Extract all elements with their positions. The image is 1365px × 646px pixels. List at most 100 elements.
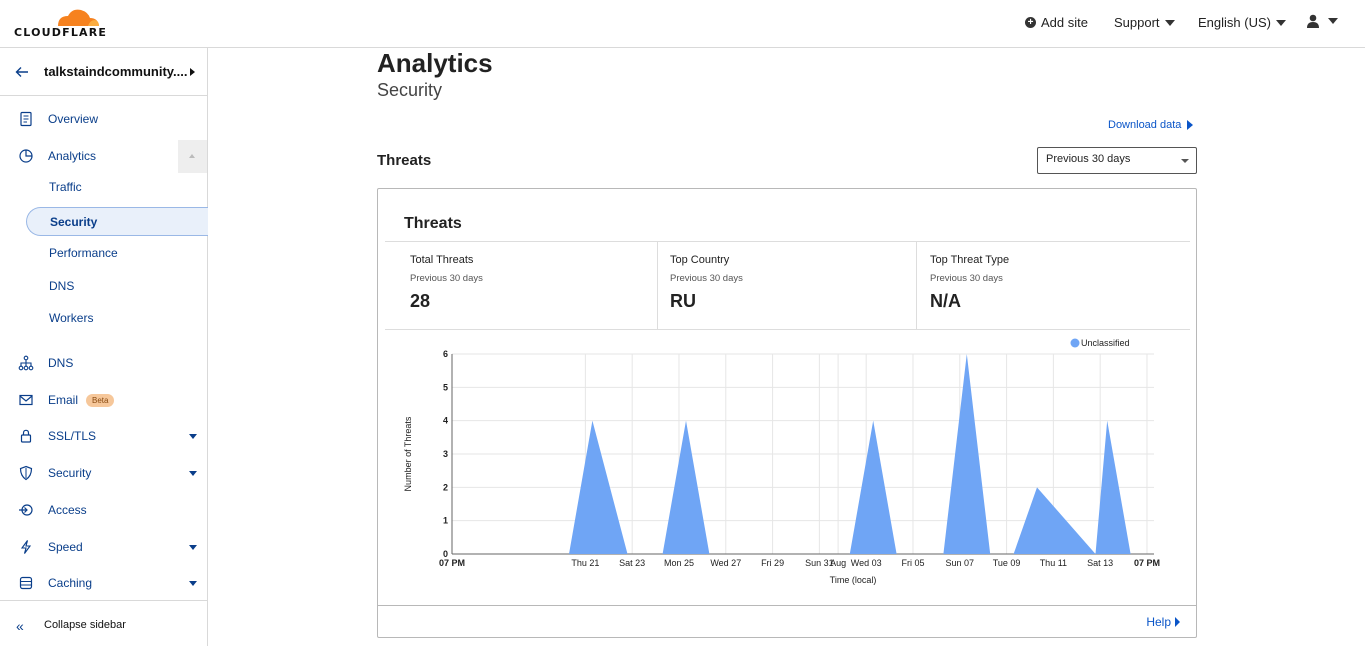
x-tick-label: Mon 25 [664, 558, 694, 568]
collapse-sidebar-label: Collapse sidebar [44, 619, 126, 631]
y-tick-label: 4 [443, 416, 448, 426]
sidebar-item-dns[interactable]: DNS [0, 348, 207, 378]
chevron-right-icon [1175, 617, 1180, 627]
x-tick-label: 07 PM [439, 558, 465, 568]
stat-value: RU [670, 291, 696, 311]
card-footer: Help [378, 605, 1196, 638]
sidebar-item-analytics[interactable]: Analytics [0, 141, 207, 171]
user-menu[interactable] [1306, 14, 1338, 28]
y-axis-label: Number of Threats [403, 416, 413, 491]
sidebar-item-overview[interactable]: Overview [0, 104, 207, 134]
chevron-down-icon [189, 580, 197, 586]
stat-label: Top Threat Type [930, 254, 1010, 266]
help-link[interactable]: Help [1146, 615, 1180, 629]
chevron-down-icon [189, 544, 197, 550]
sidebar-item-email-label: Email Beta [48, 393, 115, 407]
stat-total-threats: Total Threats Previous 30 days 28 [385, 242, 657, 330]
x-axis-label: Time (local) [830, 575, 877, 585]
sidebar-item-ssl-tls[interactable]: SSL/TLS [0, 421, 207, 451]
sidebar-item-label: Analytics [48, 149, 97, 163]
beta-badge: Beta [86, 393, 115, 407]
cloud-logo-icon [58, 9, 99, 26]
logo-text: CLOUDFLARE [14, 26, 108, 39]
sidebar-subitem-label: Workers [49, 310, 94, 325]
pie-chart-icon [19, 149, 33, 163]
envelope-icon [19, 394, 33, 406]
sidebar-subitem-label: Performance [49, 245, 118, 260]
cache-icon [19, 576, 33, 590]
access-icon [19, 504, 33, 516]
chevron-right-icon[interactable] [190, 68, 195, 76]
sidebar-item-security[interactable]: Security [0, 458, 207, 488]
document-icon [20, 111, 32, 127]
stat-period: Previous 30 days [930, 273, 1003, 284]
x-tick-label: Tue 09 [993, 558, 1021, 568]
lightning-icon [20, 540, 32, 554]
y-tick-label: 1 [443, 516, 448, 526]
sidebar-item-speed[interactable]: Speed [0, 532, 207, 562]
threats-card: Threats Total Threats Previous 30 days 2… [377, 188, 1197, 638]
collapse-analytics-button[interactable] [178, 140, 207, 173]
double-chevron-left-icon: « [16, 618, 24, 634]
add-site-button[interactable]: + Add site [1025, 15, 1088, 30]
sidebar-subitem-label: Traffic [49, 179, 82, 194]
sidebar-item-label: Speed [48, 540, 83, 554]
language-menu[interactable]: English (US) [1198, 15, 1286, 30]
stat-period: Previous 30 days [410, 273, 483, 284]
sidebar: talkstaindcommunity.... Overview Analyti… [0, 48, 208, 646]
sidebar-item-label: Email [48, 393, 79, 407]
chevron-down-icon [1164, 19, 1175, 26]
sidebar-subitem-label: DNS [49, 278, 75, 293]
sidebar-subitem-dns[interactable]: DNS [26, 271, 208, 300]
sidebar-item-label: DNS [48, 356, 74, 370]
lock-icon [20, 429, 32, 443]
stat-label: Top Country [670, 254, 730, 266]
y-tick-label: 6 [443, 349, 448, 359]
sidebar-item-caching[interactable]: Caching [0, 568, 207, 598]
x-tick-label: Sat 13 [1087, 558, 1113, 568]
chevron-down-icon [1181, 159, 1189, 163]
chevron-down-icon [189, 470, 197, 476]
sidebar-subitem-traffic[interactable]: Traffic [26, 172, 208, 201]
cloudflare-logo[interactable]: CLOUDFLARE [14, 6, 106, 39]
site-selector[interactable]: talkstaindcommunity.... [0, 48, 207, 96]
site-name: talkstaindcommunity.... [44, 64, 188, 79]
plus-circle-icon: + [1025, 17, 1036, 28]
back-arrow-icon[interactable] [14, 64, 30, 80]
y-tick-label: 3 [443, 449, 448, 459]
shield-icon [19, 465, 33, 481]
sidebar-subitem-workers[interactable]: Workers [26, 303, 208, 332]
x-tick-label: Thu 11 [1040, 558, 1067, 568]
collapse-sidebar-button[interactable]: « Collapse sidebar [0, 600, 207, 646]
chevron-down-icon [1275, 19, 1286, 26]
sidebar-item-access[interactable]: Access [0, 495, 207, 525]
y-tick-label: 2 [443, 482, 448, 492]
top-bar: CLOUDFLARE + Add site Support English (U… [0, 0, 1365, 48]
support-menu[interactable]: Support [1114, 15, 1175, 30]
stat-value: N/A [930, 291, 961, 311]
chevron-right-icon [1187, 120, 1194, 130]
x-tick-label: Fri 29 [761, 558, 784, 568]
time-range-value: Previous 30 days [1046, 153, 1131, 165]
sidebar-subitem-security[interactable]: Security [26, 207, 208, 236]
download-data-link[interactable]: Download data [1108, 119, 1194, 131]
sidebar-item-email[interactable]: Email Beta [0, 385, 207, 415]
sidebar-item-label: Access [48, 503, 87, 517]
stat-top-country: Top Country Previous 30 days RU [645, 242, 905, 330]
legend-marker [1070, 338, 1080, 348]
support-label: Support [1114, 15, 1160, 30]
stat-period: Previous 30 days [670, 273, 743, 284]
main-content: Analytics Security Download data Threats… [208, 48, 1365, 646]
legend-label: Unclassified [1081, 338, 1130, 348]
language-label: English (US) [1198, 15, 1271, 30]
user-icon [1307, 14, 1319, 28]
section-title: Threats [377, 152, 432, 169]
sidebar-subitem-performance[interactable]: Performance [26, 238, 208, 267]
threats-chart: 012345607 PM Thu 21 Sat 23 Mon 25 Wed 27 Fri … [403, 338, 1160, 585]
chevron-down-icon [1328, 18, 1338, 24]
x-tick-label: Aug [830, 558, 846, 568]
sidebar-item-label: Caching [48, 576, 93, 590]
time-range-select[interactable]: Previous 30 days [1037, 147, 1197, 174]
x-tick-label: Wed 03 [851, 558, 882, 568]
sidebar-item-label: Overview [48, 112, 99, 126]
